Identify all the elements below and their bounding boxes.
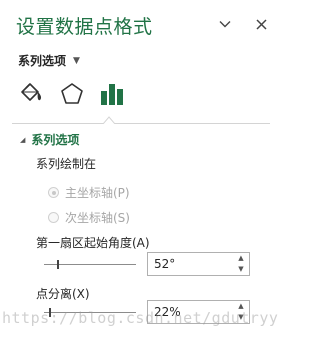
spin-up-icon[interactable]: ▲ <box>238 255 243 262</box>
spin-up-icon[interactable]: ▲ <box>238 303 243 310</box>
active-tab-pointer <box>103 116 115 124</box>
pane-title: 设置数据点格式 <box>16 16 153 38</box>
close-icon[interactable] <box>251 14 271 34</box>
chevron-down-icon[interactable] <box>215 14 235 34</box>
spin-down-icon[interactable]: ▼ <box>238 266 243 273</box>
first-slice-angle-spinner: ▲ ▼ <box>236 255 246 273</box>
point-explosion-input[interactable]: 22% ▲ ▼ <box>147 300 250 324</box>
bar-chart-icon <box>101 84 123 105</box>
point-explosion-slider-thumb[interactable] <box>48 308 51 317</box>
pentagon-icon <box>61 83 83 104</box>
first-slice-angle-input[interactable]: 52° ▲ ▼ <box>147 252 250 276</box>
first-slice-angle-label: 第一扇区起始角度(A) <box>36 236 150 250</box>
tab-fill-line[interactable] <box>18 80 46 108</box>
paint-bucket-icon <box>21 83 42 101</box>
primary-axis-label: 主坐标轴(P) <box>65 186 130 200</box>
chevron-down-icon-glyph <box>219 21 231 28</box>
secondary-axis-radio[interactable]: 次坐标轴(S) <box>48 209 130 226</box>
first-slice-angle-slider-thumb[interactable] <box>57 260 60 269</box>
point-explosion-slider-track[interactable] <box>44 312 136 313</box>
caret-down-icon: ▼ <box>73 55 80 66</box>
radio-secondary-axis-indicator <box>48 212 59 223</box>
section-title: 系列选项 <box>31 133 80 147</box>
tab-series-options[interactable] <box>98 80 126 108</box>
point-explosion-spinner: ▲ ▼ <box>236 303 246 321</box>
tab-divider <box>12 123 270 124</box>
point-explosion-label: 点分离(X) <box>36 287 90 301</box>
secondary-axis-label: 次坐标轴(S) <box>65 211 130 225</box>
series-options-dropdown-label: 系列选项 <box>18 54 67 68</box>
radio-primary-axis-indicator <box>48 187 59 198</box>
tab-effects[interactable] <box>58 80 86 108</box>
plot-series-on-label: 系列绘制在 <box>36 157 97 171</box>
close-icon-glyph <box>255 18 267 30</box>
point-explosion-value: 22% <box>154 305 181 319</box>
collapse-triangle-icon: ◢ <box>20 135 26 144</box>
section-series-options[interactable]: ◢ 系列选项 <box>20 131 79 148</box>
first-slice-angle-value: 52° <box>154 257 176 271</box>
spin-down-icon[interactable]: ▼ <box>238 314 243 321</box>
series-options-dropdown[interactable]: 系列选项 ▼ <box>18 52 80 69</box>
primary-axis-radio[interactable]: 主坐标轴(P) <box>48 184 130 201</box>
